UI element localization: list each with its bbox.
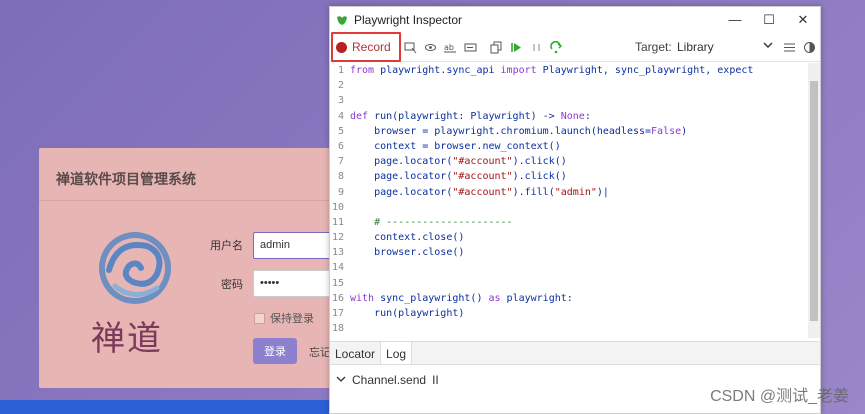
- code-line[interactable]: 18: [330, 321, 808, 336]
- remember-login[interactable]: 保持登录: [254, 310, 314, 326]
- title-bar: Playwright Inspector — ☐ ✕: [330, 7, 820, 32]
- theme-icon[interactable]: [802, 40, 816, 54]
- list-icon[interactable]: [782, 40, 796, 54]
- remember-checkbox[interactable]: [254, 312, 265, 324]
- code-text: from playwright.sync_api import Playwrig…: [350, 65, 754, 76]
- line-number: 8: [337, 171, 344, 183]
- chevron-down-icon[interactable]: [763, 38, 773, 55]
- password-label: 密码: [221, 279, 243, 291]
- line-number: 10: [331, 201, 344, 213]
- scrollbar-thumb[interactable]: [810, 81, 818, 321]
- code-line[interactable]: 7 page.locator("#account").click(): [330, 154, 808, 169]
- line-number: 17: [331, 308, 344, 319]
- window-title: Playwright Inspector: [354, 12, 463, 27]
- line-number: 15: [331, 277, 344, 289]
- inspector-window: Playwright Inspector — ☐ ✕ Record ab Tar…: [329, 6, 821, 414]
- watermark: CSDN @测试_老姜: [710, 388, 849, 405]
- login-card: 禅道软件项目管理系统 禅道 用户名 admin 密码 ••••• 保持登录 登录…: [39, 148, 343, 388]
- code-text: page.locator("#account").click(): [350, 171, 567, 183]
- login-button[interactable]: 登录: [253, 338, 297, 364]
- record-label: Record: [352, 40, 391, 54]
- editor-scrollbar[interactable]: [808, 63, 820, 338]
- taskbar: [0, 400, 330, 414]
- tab-log[interactable]: Log: [380, 342, 413, 364]
- line-number: 5: [337, 125, 344, 137]
- toolbar: Record ab Target: Library: [330, 32, 820, 62]
- target-select[interactable]: Library: [677, 40, 714, 54]
- code-line[interactable]: 10: [330, 200, 808, 215]
- record-button[interactable]: Record: [331, 32, 401, 62]
- eye-icon[interactable]: [423, 40, 437, 54]
- close-button[interactable]: ✕: [786, 7, 820, 32]
- code-line[interactable]: 2: [330, 78, 808, 93]
- code-text: page.locator("#account").fill("admin")|: [350, 186, 609, 198]
- log-entry-label: Channel.send: [352, 373, 427, 387]
- remember-label: 保持登录: [270, 313, 314, 325]
- line-number: 9: [337, 186, 344, 198]
- step-over-icon[interactable]: [549, 40, 563, 54]
- line-number: 6: [337, 140, 344, 152]
- svg-text:ab: ab: [444, 43, 454, 52]
- code-line[interactable]: 3: [330, 93, 808, 108]
- code-line[interactable]: 4 def run(playwright: Playwright) -> None…: [330, 109, 808, 124]
- pause-icon[interactable]: [529, 40, 543, 54]
- logo-swirl-icon: [99, 232, 171, 304]
- code-text: def run(playwright: Playwright) -> None:: [350, 110, 591, 122]
- logo-text: 禅道: [91, 319, 163, 359]
- code-line[interactable]: 12 context.close(): [330, 230, 808, 245]
- line-number: 2: [337, 80, 344, 92]
- code-text: with sync_playwright() as playwright:: [350, 292, 573, 304]
- playwright-logo-icon: [337, 15, 347, 25]
- code-line[interactable]: 16 with sync_playwright() as playwright:: [330, 291, 808, 306]
- code-line[interactable]: 5 browser = playwright.chromium.launch(h…: [330, 124, 808, 139]
- minimize-button[interactable]: —: [718, 7, 752, 32]
- code-text: browser.close(): [350, 247, 465, 259]
- record-dot-icon: [336, 41, 347, 53]
- code-line[interactable]: 17 run(playwright): [330, 306, 808, 321]
- text-icon[interactable]: ab: [443, 40, 457, 54]
- log-pause-icon: II: [432, 373, 439, 387]
- line-number: 1: [337, 65, 344, 76]
- code-text: run(playwright): [350, 308, 465, 319]
- code-text: context.close(): [350, 232, 465, 244]
- login-title: 禅道软件项目管理系统: [56, 171, 196, 187]
- line-number: 3: [337, 95, 344, 107]
- code-line[interactable]: 9 page.locator("#account").fill("admin")…: [330, 185, 808, 200]
- line-number: 18: [331, 323, 344, 335]
- copy-icon[interactable]: [489, 40, 503, 54]
- username-label: 用户名: [210, 240, 243, 252]
- code-line[interactable]: 8 page.locator("#account").click(): [330, 169, 808, 184]
- line-number: 16: [331, 292, 344, 304]
- code-text: browser = playwright.chromium.launch(hea…: [350, 125, 688, 137]
- code-line[interactable]: 11 # ---------------------: [330, 215, 808, 230]
- code-line[interactable]: 6 context = browser.new_context(): [330, 139, 808, 154]
- code-text: page.locator("#account").click(): [350, 156, 567, 168]
- line-number: 12: [331, 232, 344, 244]
- pick-locator-icon[interactable]: [403, 40, 417, 54]
- line-number: 13: [331, 247, 344, 259]
- code-editor[interactable]: 1 from playwright.sync_api import Playwri…: [330, 63, 808, 338]
- tab-locator[interactable]: Locator: [330, 342, 380, 364]
- log-entry[interactable]: Channel.send II: [336, 373, 439, 388]
- code-line[interactable]: 15: [330, 276, 808, 291]
- form-icon[interactable]: [463, 40, 477, 54]
- target-label: Target:: [635, 40, 672, 54]
- forgot-password-link[interactable]: 忘记: [309, 344, 331, 360]
- line-number: 14: [331, 262, 344, 274]
- line-number: 11: [331, 216, 344, 228]
- maximize-button[interactable]: ☐: [752, 7, 786, 32]
- code-text: context = browser.new_context(): [350, 140, 561, 152]
- window-controls: — ☐ ✕: [718, 7, 820, 32]
- code-line[interactable]: 13 browser.close(): [330, 245, 808, 260]
- line-number: 7: [337, 156, 344, 168]
- code-line[interactable]: 1 from playwright.sync_api import Playwri…: [330, 63, 808, 78]
- resume-icon[interactable]: [509, 40, 523, 54]
- bottom-tabs: Locator Log: [330, 341, 820, 365]
- code-line[interactable]: 14: [330, 260, 808, 275]
- code-text: # ---------------------: [374, 216, 513, 228]
- login-divider: [39, 200, 339, 201]
- line-number: 4: [337, 110, 344, 122]
- chevron-down-icon[interactable]: [336, 373, 346, 388]
